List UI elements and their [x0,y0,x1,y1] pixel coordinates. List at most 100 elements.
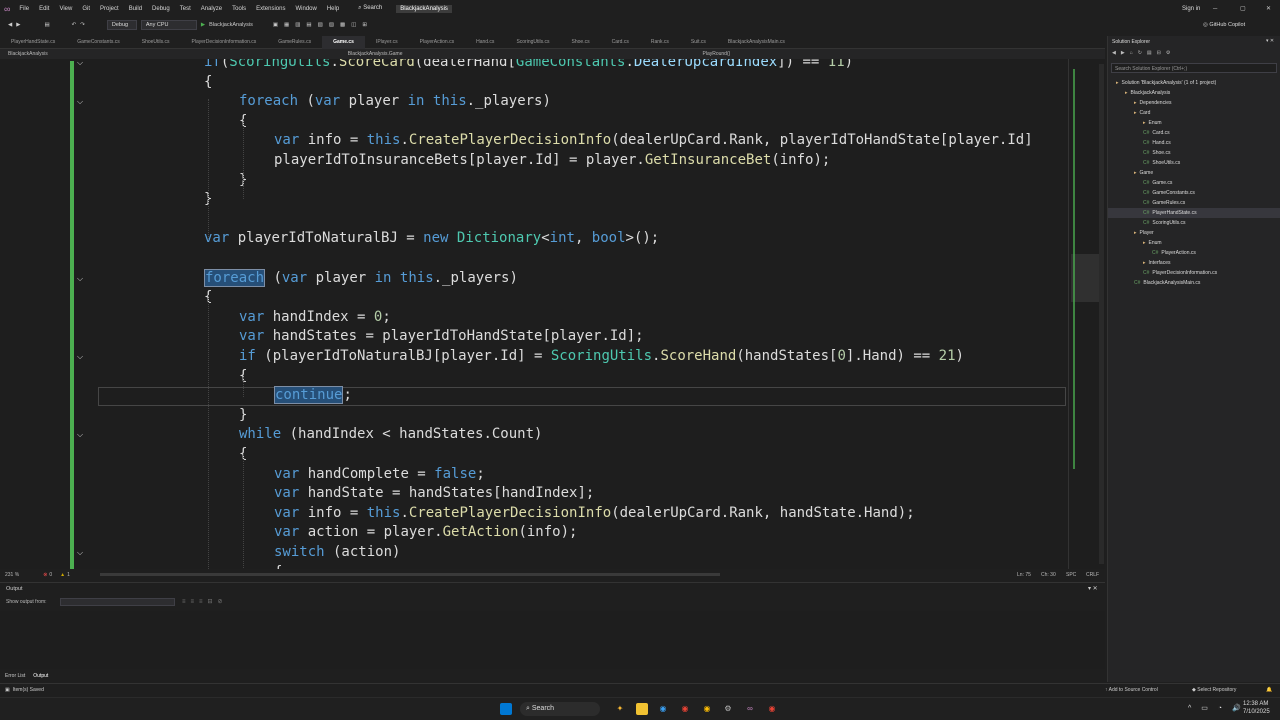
cursor-column[interactable]: Ch: 30 [1041,572,1056,578]
menu-item-tools[interactable]: Tools [227,6,251,12]
tree-item[interactable]: C# Card.cs [1108,128,1280,138]
tree-item[interactable]: C# PlayerAction.cs [1108,248,1280,258]
platform-select[interactable]: Any CPU [140,20,197,30]
minimap[interactable] [1068,59,1105,569]
system-tray[interactable]: ^ ▭ ◔ 🔊 [1188,704,1245,712]
tree-item[interactable]: C# GameRules.cs [1108,198,1280,208]
edge-icon[interactable]: ◉ [657,703,669,715]
menu-item-debug[interactable]: Debug [147,6,175,12]
chrome-alt-icon[interactable]: ◉ [701,703,713,715]
config-select[interactable]: Debug [106,20,137,30]
visual-studio-icon[interactable]: ∞ [744,703,756,715]
close-button[interactable]: ✕ [1266,5,1271,12]
tab-suit-cs[interactable]: Suit.cs [680,39,717,45]
fold-toggle-icon[interactable]: ⌵ [77,98,85,106]
run-icon[interactable]: ▶ [201,22,205,28]
member-dropdown[interactable]: PlayRound() [703,51,731,57]
warning-count[interactable]: 1 [67,572,70,578]
tree-item[interactable]: C# GameConstants.cs [1108,188,1280,198]
fold-toggle-icon[interactable]: ⌵ [77,274,85,283]
scope-dropdown[interactable]: BlackjackAnalysis.Game [348,51,403,57]
tree-item[interactable]: C# PlayerDecisionInformation.cs [1108,268,1280,278]
tree-item[interactable]: C# PlayerHandState.cs [1108,208,1280,218]
tree-item[interactable]: ▸ Card [1108,108,1280,118]
toolbar-icons[interactable]: ▣▦▥▤▧▨▩◫⊞ [273,22,373,28]
tree-item[interactable]: ▸ Dependencies [1108,98,1280,108]
minimize-button[interactable]: ─ [1213,6,1217,12]
menu-item-git[interactable]: Git [77,6,95,12]
chrome-icon[interactable]: ◉ [679,703,691,715]
menu-item-build[interactable]: Build [124,6,147,12]
tree-item[interactable]: ▸ Enum [1108,238,1280,248]
scrollbar-thumb[interactable] [1099,64,1104,564]
menu-item-help[interactable]: Help [322,6,344,12]
project-dropdown[interactable]: BlackjackAnalysis [8,51,48,57]
menu-item-test[interactable]: Test [175,6,196,12]
line-ending[interactable]: CRLF [1086,572,1099,578]
taskbar-search[interactable]: ⌕ Search [520,702,600,716]
menu-item-extensions[interactable]: Extensions [251,6,290,12]
tab-gamerules-cs[interactable]: GameRules.cs [267,39,322,45]
clock-time[interactable]: 12:38 AM [1243,701,1268,707]
tab-game-cs[interactable]: Game.cs [322,35,365,49]
run-target[interactable]: BlackjackAnalysis [209,22,253,28]
fold-toggle-icon[interactable]: ⌵ [77,549,85,557]
copilot-app-icon[interactable]: ✦ [614,703,626,715]
tree-item[interactable]: ▸ Solution 'BlackjackAnalysis' (1 of 1 pr… [1108,78,1280,88]
maximize-button[interactable]: ▢ [1240,5,1246,12]
file-explorer-icon[interactable] [636,703,648,715]
sign-in-link[interactable]: Sign in [1182,6,1200,12]
tree-item[interactable]: ▸ Player [1108,228,1280,238]
code-editor[interactable]: ⌵ ⌵ ⌵ ⌵ ⌵ ⌵ if(ScoringUtils.ScoreCard(dealerH… [0,59,1068,569]
fold-toggle-icon[interactable]: ⌵ [77,59,85,67]
whitespace-mode[interactable]: SPC [1066,572,1076,578]
output-source-select[interactable] [60,598,175,606]
solution-explorer-toolbar[interactable]: ◀▶⌂↻▤⊟⚙ [1112,50,1277,60]
tree-item[interactable]: C# ShoeUtils.cs [1108,158,1280,168]
repository-button[interactable]: ◆ Select Repository [1192,687,1236,693]
tree-item[interactable]: ▸ Interfaces [1108,258,1280,268]
solution-explorer-close-icon[interactable]: ▾ ✕ [1266,38,1274,44]
bottom-tab-error-list[interactable]: Error List [5,673,25,679]
tab-gameconstants-cs[interactable]: GameConstants.cs [66,39,131,45]
tree-item[interactable]: ▸ Game [1108,168,1280,178]
undo-icon[interactable]: ↶ [72,22,77,28]
tab-card-cs[interactable]: Card.cs [601,39,640,45]
notification-icon[interactable]: 🔔 [1266,687,1272,693]
tab-playerdecisioninformation-cs[interactable]: PlayerDecisionInformation.cs [181,39,268,45]
tab-shoe-cs[interactable]: Shoe.cs [561,39,601,45]
settings-icon[interactable]: ⚙ [722,703,734,715]
output-toolbar-icons[interactable]: ≡≡≡⊟⊘ [182,598,228,605]
menu-item-edit[interactable]: Edit [34,6,54,12]
menu-item-window[interactable]: Window [290,6,321,12]
tree-item[interactable]: C# Shoe.cs [1108,148,1280,158]
clock-date[interactable]: 7/10/2025 [1243,709,1270,715]
cursor-line[interactable]: Ln: 75 [1017,572,1031,578]
tree-item[interactable]: ▸ BlackjackAnalysis [1108,88,1280,98]
output-text-area[interactable] [0,611,1105,669]
tab-playerhandstate-cs[interactable]: PlayerHandState.cs [0,39,66,45]
menu-item-analyze[interactable]: Analyze [196,6,227,12]
error-count[interactable]: 0 [49,572,52,578]
windows-start-icon[interactable] [500,703,512,715]
tree-item[interactable]: C# Hand.cs [1108,138,1280,148]
tree-item[interactable]: C# BlackjackAnalysisMain.cs [1108,278,1280,288]
forward-icon[interactable]: ▶ [16,22,20,28]
zoom-level[interactable]: 231 % [5,572,19,578]
copilot-button[interactable]: ◎ GitHub Copilot [1203,22,1245,28]
tab-shoeutils-cs[interactable]: ShoeUtils.cs [131,39,181,45]
tree-item[interactable]: ▸ Enum [1108,118,1280,128]
tab-blackjackanalysismain-cs[interactable]: BlackjackAnalysisMain.cs [717,39,796,45]
menu-item-view[interactable]: View [54,6,77,12]
redo-icon[interactable]: ↷ [80,22,85,28]
tab-playeraction-cs[interactable]: PlayerAction.cs [409,39,465,45]
solution-search-input[interactable]: Search Solution Explorer (Ctrl+;) [1111,63,1277,73]
save-all-icon[interactable]: ▤ [44,22,49,28]
horizontal-scrollbar[interactable] [99,573,720,576]
output-pin-icon[interactable]: ▾ ✕ [1088,585,1098,592]
fold-toggle-icon[interactable]: ⌵ [77,353,85,361]
tree-item[interactable]: C# Game.cs [1108,178,1280,188]
search-button[interactable]: ⌕ Search [352,5,388,12]
source-control-button[interactable]: ↑ Add to Source Control [1105,687,1158,693]
menu-item-file[interactable]: File [14,6,34,12]
